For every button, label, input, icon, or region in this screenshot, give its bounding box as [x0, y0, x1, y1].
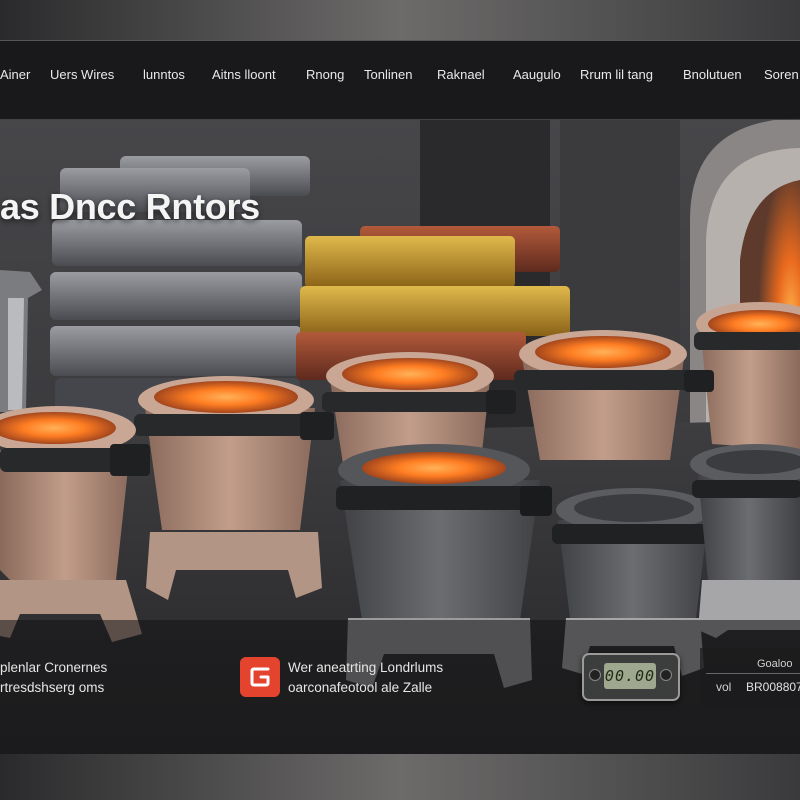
nav-item[interactable]: Aitns lloont: [212, 67, 276, 82]
scale-button-icon: [660, 669, 672, 681]
nav-item[interactable]: Tonlinen: [364, 67, 412, 82]
nav-item[interactable]: Bnolutuen: [683, 67, 742, 82]
logo-square-icon[interactable]: [240, 657, 280, 697]
nav-item[interactable]: Ainer: [0, 67, 30, 82]
scale-display: 00.00: [604, 663, 656, 689]
nav-item[interactable]: Raknael: [437, 67, 485, 82]
feature-item: Wer aneatrting Londrlums oarconafeotool …: [288, 658, 443, 698]
nav-item[interactable]: Rrum lil tang: [580, 67, 653, 82]
nav-item[interactable]: lunntos: [143, 67, 185, 82]
nav-item[interactable]: Aaugulo: [513, 67, 561, 82]
nav-item[interactable]: Uers Wires: [50, 67, 114, 82]
spec-label: Goaloo: [757, 658, 793, 670]
feature-line: plenlar Cronernes: [0, 660, 108, 675]
digital-scale-icon[interactable]: 00.00: [582, 653, 680, 701]
spec-value: BR008807: [746, 680, 800, 694]
nav-item[interactable]: Rnong: [306, 67, 344, 82]
feature-line: Wer aneatrting Londrlums: [288, 660, 444, 675]
spec-value-label: vol: [716, 680, 732, 694]
spec-divider: [706, 673, 800, 674]
scale-button-icon: [589, 669, 601, 681]
feature-line: rtresdshserg oms: [0, 680, 105, 695]
top-navigation-bar: Ainer Uers Wires lunntos Aitns lloont Rn…: [0, 40, 800, 120]
hero-background-photo: [0, 40, 800, 754]
feature-line: oarconafeotool ale Zalle: [288, 680, 433, 695]
nav-item[interactable]: Soren: [764, 67, 799, 82]
hero-title: as Dncc Rntors: [0, 186, 260, 227]
browser-viewport: Ainer Uers Wires lunntos Aitns lloont Rn…: [0, 40, 800, 754]
feature-item: plenlar Cronernes rtresdshserg oms: [0, 658, 107, 698]
